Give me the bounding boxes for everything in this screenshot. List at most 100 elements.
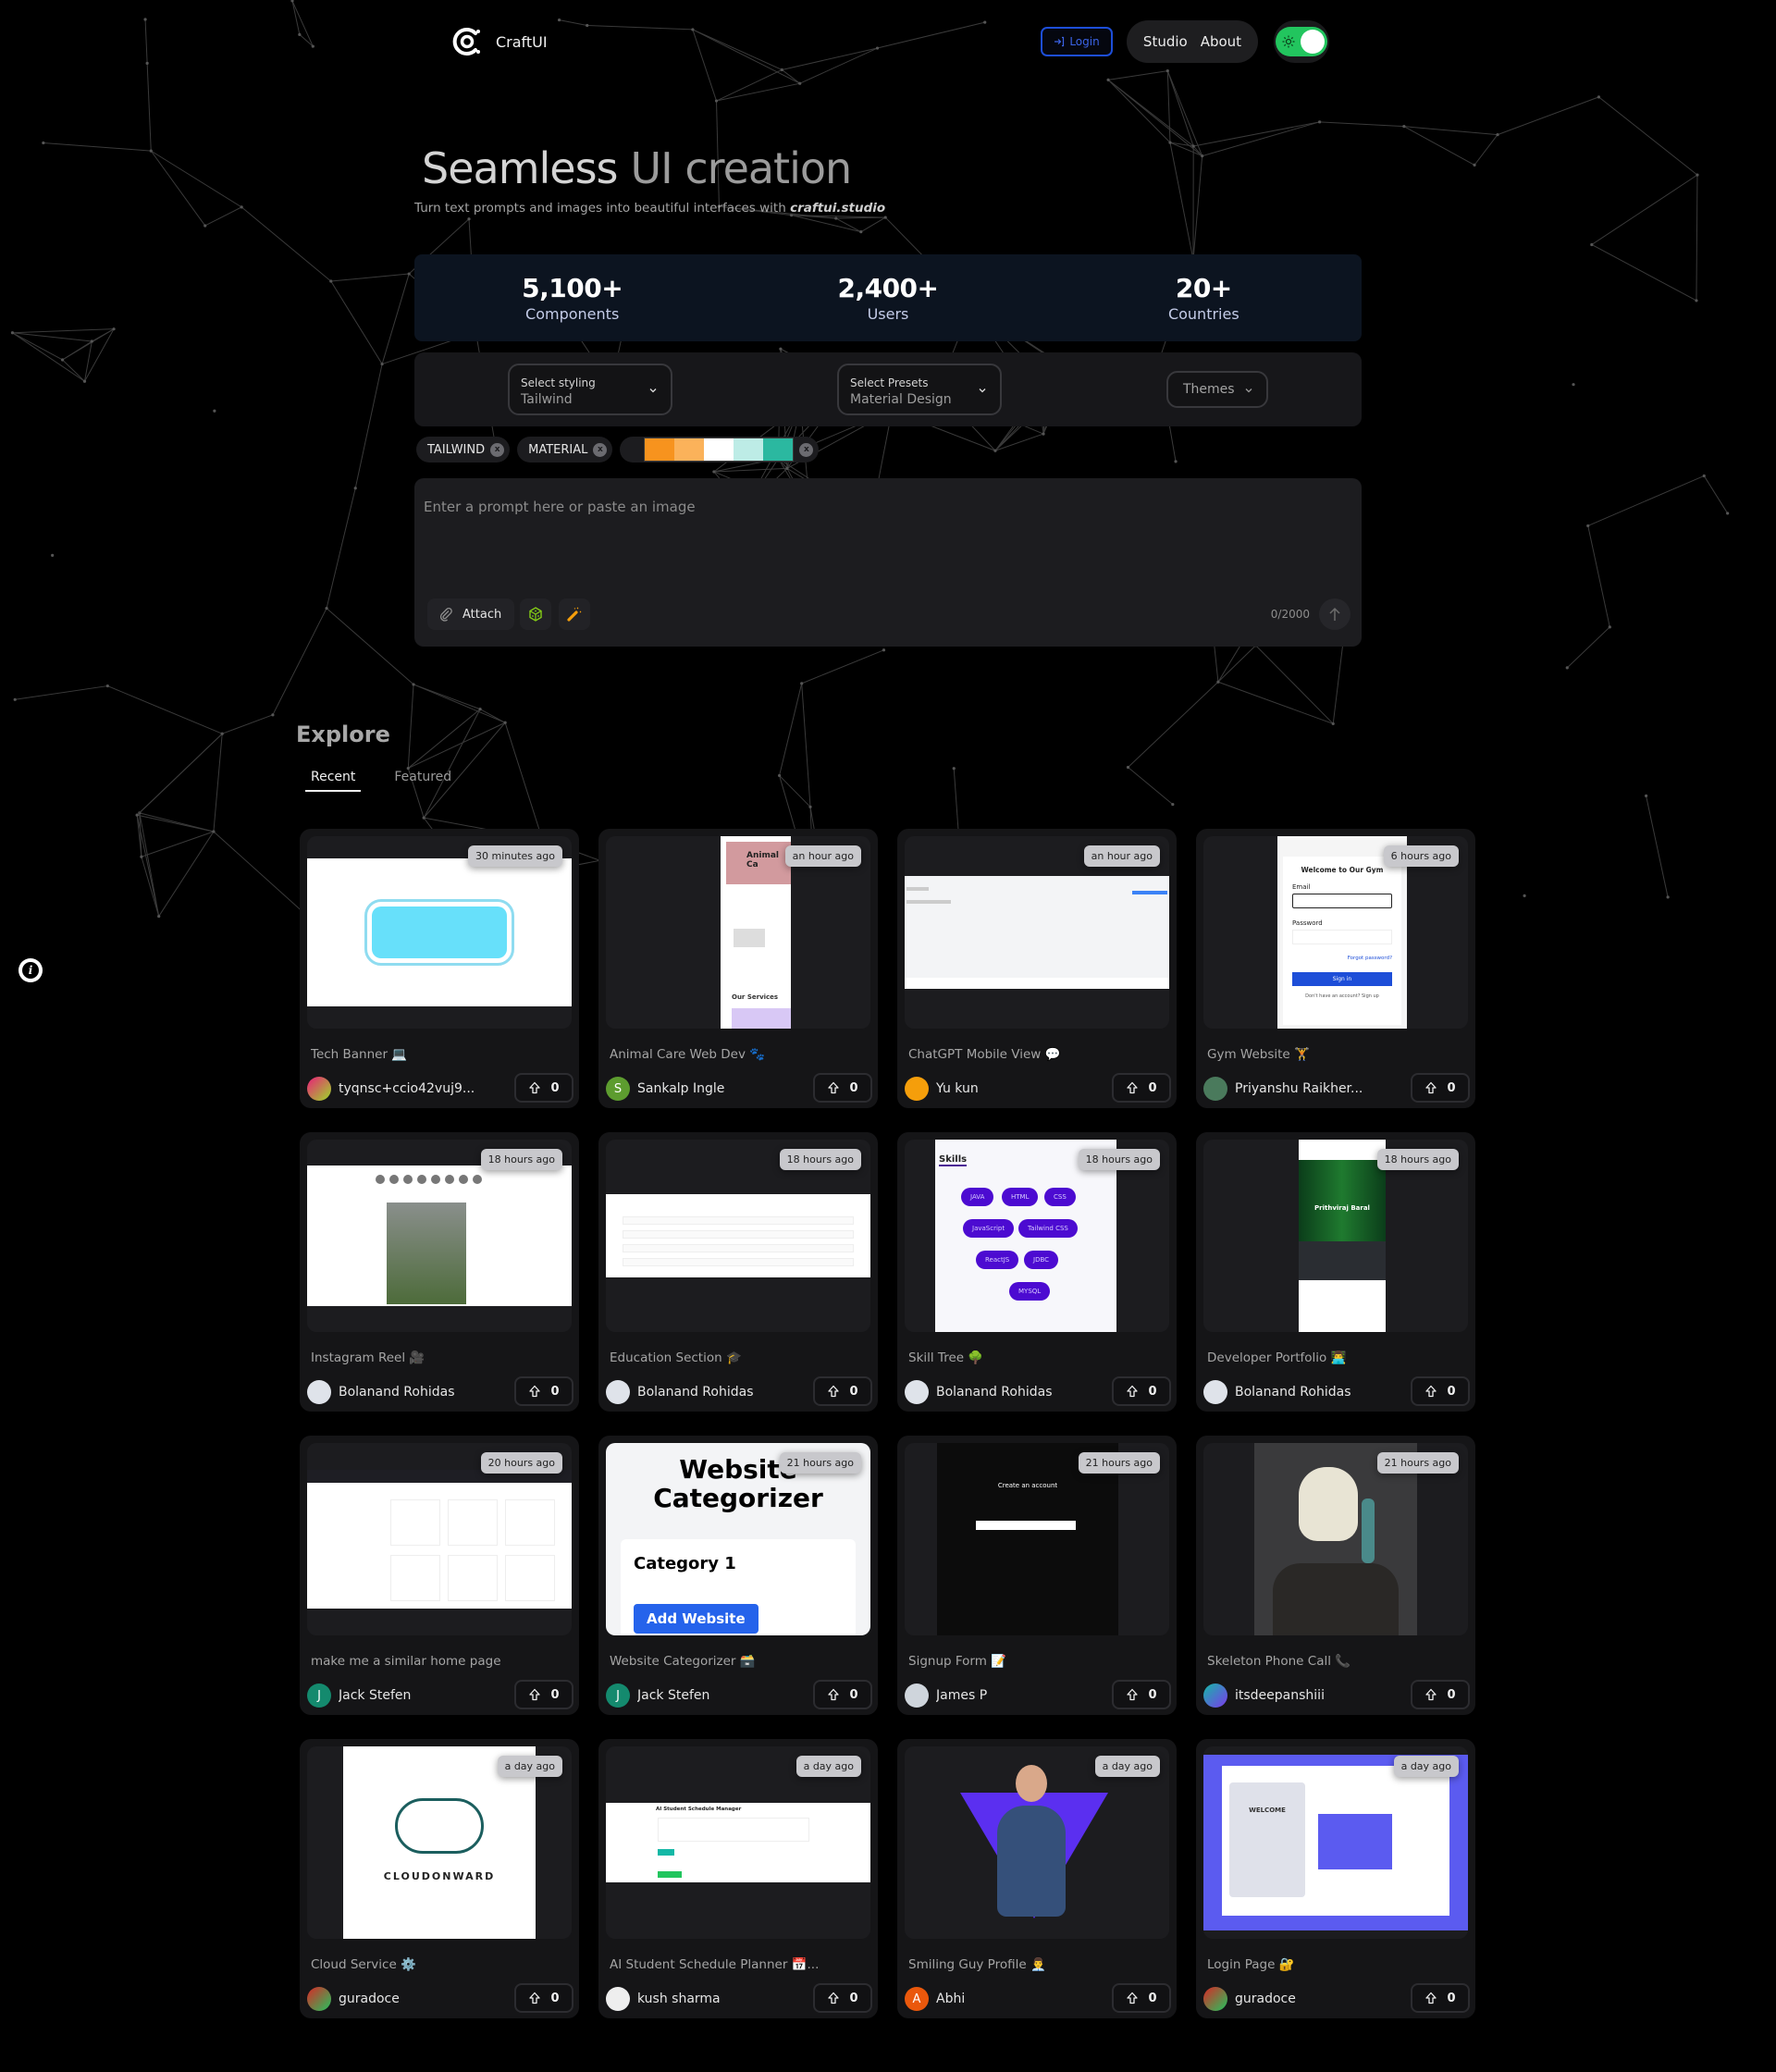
card-thumbnail[interactable]: 18 hours ago Prithviraj Baral	[1203, 1140, 1468, 1332]
network-line	[150, 150, 206, 227]
upvote-button[interactable]: 0	[1112, 1680, 1171, 1709]
component-card[interactable]: 18 hours ago Prithviraj Baral Developer …	[1196, 1132, 1475, 1412]
avatar: J	[606, 1684, 630, 1708]
component-card[interactable]: 6 hours ago Welcome to Our Gym Email Passw…	[1196, 829, 1475, 1108]
card-thumbnail[interactable]: a day ago	[905, 1746, 1169, 1939]
component-card[interactable]: a day ago WELCOME Login Page 🔐 guradoce …	[1196, 1739, 1475, 2018]
card-thumbnail[interactable]: 18 hours ago	[307, 1140, 572, 1332]
network-node	[10, 331, 15, 335]
info-button[interactable]: i	[18, 958, 43, 982]
card-author[interactable]: guradoce	[1203, 1987, 1296, 2011]
attach-button[interactable]: Attach	[427, 598, 515, 630]
random-prompt-button[interactable]	[520, 598, 551, 630]
preview-instagram	[307, 1166, 572, 1306]
card-author[interactable]: Bolanand Rohidas	[307, 1380, 455, 1404]
preview-row	[623, 1216, 854, 1225]
network-line	[158, 831, 215, 917]
remove-chip-icon[interactable]: x	[593, 442, 608, 457]
card-author[interactable]: Yu kun	[905, 1077, 979, 1101]
brand-logo[interactable]: CraftUI	[451, 26, 548, 57]
network-line	[779, 683, 803, 776]
presets-select[interactable]: Select Presets Material Design	[837, 364, 1002, 415]
component-card[interactable]: a day ago AI Student Schedule Manager AI…	[598, 1739, 878, 2018]
card-thumbnail[interactable]: an hour ago	[905, 836, 1169, 1029]
preview-skill-tag: JAVA	[961, 1188, 994, 1206]
preview-head	[1016, 1765, 1047, 1802]
upvote-button[interactable]: 0	[1411, 1376, 1470, 1406]
tab-recent[interactable]: Recent	[305, 770, 362, 792]
card-author[interactable]: J Jack Stefen	[606, 1684, 709, 1708]
card-author[interactable]: kush sharma	[606, 1987, 721, 2011]
upvote-button[interactable]: 0	[514, 1073, 574, 1103]
card-thumbnail[interactable]: 30 minutes ago	[307, 836, 572, 1029]
card-author[interactable]: J Jack Stefen	[307, 1684, 411, 1708]
upvote-button[interactable]: 0	[1112, 1376, 1171, 1406]
upvote-button[interactable]: 0	[514, 1983, 574, 2013]
card-thumbnail[interactable]: 20 hours ago	[307, 1443, 572, 1635]
component-card[interactable]: 18 hours ago Education Section 🎓 Bolanan…	[598, 1132, 878, 1412]
upvote-button[interactable]: 0	[1411, 1073, 1470, 1103]
component-card[interactable]: 18 hours ago Instagram Reel 🎥 Bolanand R…	[300, 1132, 579, 1412]
card-author[interactable]: A Abhi	[905, 1987, 965, 2011]
network-line	[1217, 645, 1256, 683]
component-card[interactable]: 21 hours ago Skeleton Phone Call 📞 itsde…	[1196, 1436, 1475, 1715]
remove-chip-icon[interactable]: x	[799, 442, 814, 457]
component-card[interactable]: 20 hours ago make me a similar home page…	[300, 1436, 579, 1715]
component-card[interactable]: an hour ago Animal Ca Our Services Animal…	[598, 829, 878, 1108]
component-card[interactable]: 18 hours ago Skills JAVA HTML CSS JavaScript…	[897, 1132, 1177, 1412]
nav-about[interactable]: About	[1201, 33, 1241, 50]
component-card[interactable]: 21 hours ago Website Categorizer Category…	[598, 1436, 878, 1715]
upvote-button[interactable]: 0	[514, 1680, 574, 1709]
component-card[interactable]: a day ago CLOUDONWARD Cloud Service ⚙️ g…	[300, 1739, 579, 2018]
card-thumbnail[interactable]: an hour ago Animal Ca Our Services	[606, 836, 870, 1029]
card-thumbnail[interactable]: a day ago WELCOME	[1203, 1746, 1468, 1939]
preview-textarea	[658, 1818, 809, 1842]
upvote-button[interactable]: 0	[1112, 1073, 1171, 1103]
login-button[interactable]: Login	[1041, 27, 1113, 56]
network-line	[1169, 142, 1202, 157]
card-author[interactable]: tyqnsc+ccio42vuj9...	[307, 1077, 475, 1101]
remove-chip-icon[interactable]: x	[490, 442, 505, 457]
card-author[interactable]: itsdeepanshiii	[1203, 1684, 1325, 1708]
submit-button[interactable]	[1319, 598, 1350, 630]
card-author[interactable]: S Sankalp Ingle	[606, 1077, 724, 1101]
network-node	[1586, 524, 1590, 528]
card-author[interactable]: Bolanand Rohidas	[1203, 1380, 1351, 1404]
component-card[interactable]: 30 minutes ago Tech Banner 💻 tyqnsc+ccio…	[300, 829, 579, 1108]
card-author[interactable]: guradoce	[307, 1987, 400, 2011]
card-author[interactable]: Priyanshu Raikher...	[1203, 1077, 1363, 1101]
component-card[interactable]: 21 hours ago Create an account Signup Fo…	[897, 1436, 1177, 1715]
enhance-prompt-button[interactable]	[559, 598, 590, 630]
card-thumbnail[interactable]: 18 hours ago	[606, 1140, 870, 1332]
card-author[interactable]: James P	[905, 1684, 987, 1708]
upvote-button[interactable]: 0	[813, 1983, 872, 2013]
card-thumbnail[interactable]: 21 hours ago Website Categorizer Category…	[606, 1443, 870, 1635]
upvote-button[interactable]: 0	[514, 1376, 574, 1406]
preview-chatgpt	[905, 876, 1169, 989]
tab-featured[interactable]: Featured	[388, 770, 457, 792]
component-card[interactable]: an hour ago ChatGPT Mobile View 💬 Yu kun…	[897, 829, 1177, 1108]
vote-count: 0	[1447, 1384, 1456, 1399]
network-line	[240, 206, 332, 282]
card-thumbnail[interactable]: 18 hours ago Skills JAVA HTML CSS JavaScript…	[905, 1140, 1169, 1332]
card-thumbnail[interactable]: 21 hours ago	[1203, 1443, 1468, 1635]
component-card[interactable]: a day ago Smiling Guy Profile 👨‍💼 A Abhi…	[897, 1739, 1177, 2018]
card-thumbnail[interactable]: 6 hours ago Welcome to Our Gym Email Passw…	[1203, 836, 1468, 1029]
styling-select[interactable]: Select styling Tailwind	[508, 364, 672, 415]
card-thumbnail[interactable]: a day ago AI Student Schedule Manager	[606, 1746, 870, 1939]
card-author[interactable]: Bolanand Rohidas	[606, 1380, 754, 1404]
upvote-button[interactable]: 0	[1411, 1983, 1470, 2013]
card-author[interactable]: Bolanand Rohidas	[905, 1380, 1053, 1404]
nav-studio[interactable]: Studio	[1143, 33, 1188, 50]
upvote-button[interactable]: 0	[813, 1376, 872, 1406]
upvote-button[interactable]: 0	[1112, 1983, 1171, 2013]
upvote-button[interactable]: 0	[813, 1073, 872, 1103]
card-thumbnail[interactable]: 21 hours ago Create an account	[905, 1443, 1169, 1635]
themes-select[interactable]: Themes	[1166, 371, 1268, 408]
network-line	[204, 206, 242, 227]
theme-toggle[interactable]	[1276, 27, 1327, 56]
card-thumbnail[interactable]: a day ago CLOUDONWARD	[307, 1746, 572, 1939]
upvote-button[interactable]: 0	[813, 1680, 872, 1709]
upvote-button[interactable]: 0	[1411, 1680, 1470, 1709]
prompt-input[interactable]	[424, 499, 1330, 582]
